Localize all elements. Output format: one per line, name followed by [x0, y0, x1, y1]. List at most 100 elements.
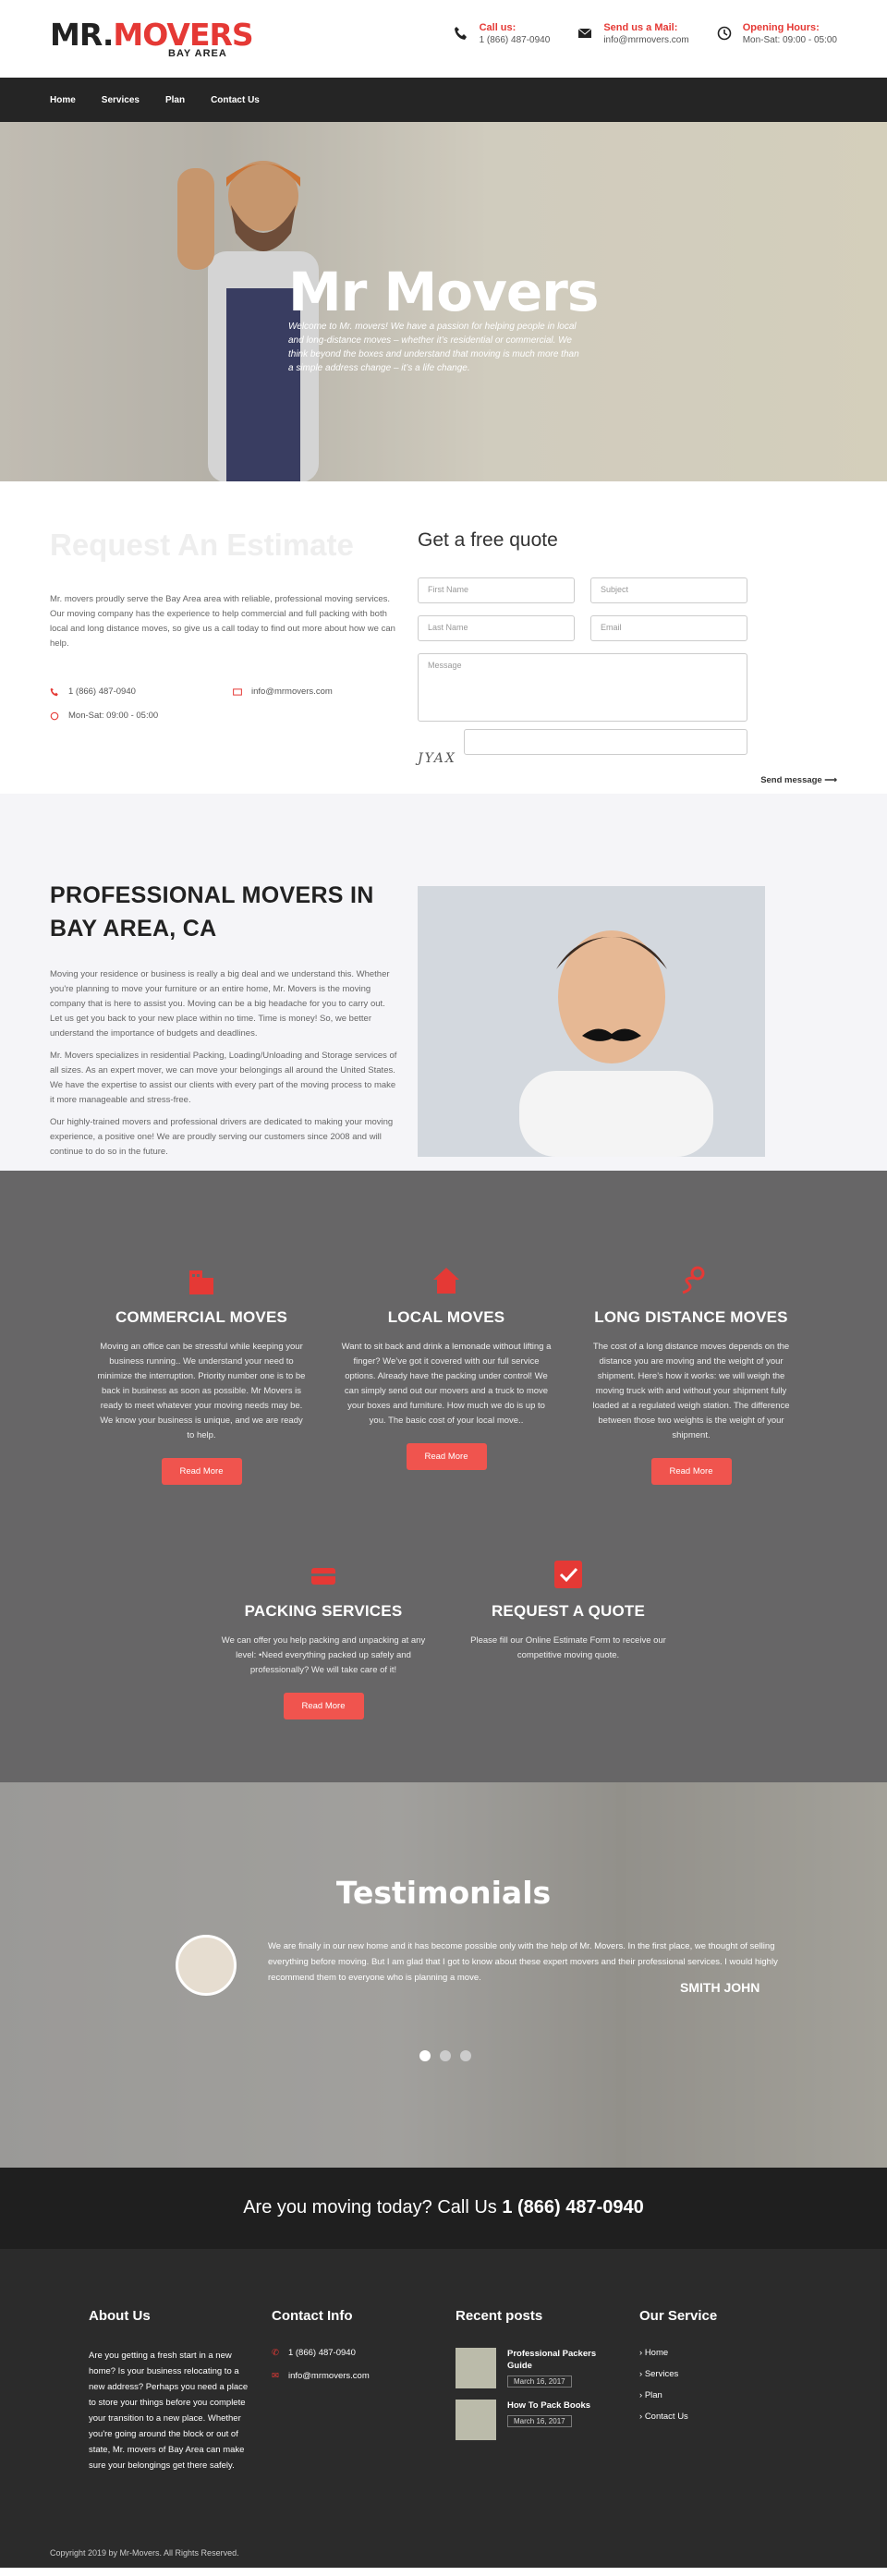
footer: About Us Are you getting a fresh start i… — [0, 2249, 887, 2568]
estimate-phone[interactable]: 1 (866) 487-0940 — [50, 687, 136, 697]
estimate-text: Mr. movers proudly serve the Bay Area ar… — [50, 594, 395, 649]
post-title: Professional Packers Guide — [507, 2349, 597, 2371]
footer-posts-title: Recent posts — [456, 2308, 543, 2324]
chevron-right-icon: › — [639, 2369, 643, 2379]
copyright: Copyright 2019 by Mr-Movers. All Rights … — [50, 2548, 239, 2558]
mail-value[interactable]: info@mrmovers.com — [603, 35, 688, 45]
footer-link-label: Home — [644, 2348, 669, 2358]
phone-icon — [50, 687, 58, 696]
service-local: LOCAL MOVES Want to sit back and drink a… — [322, 1265, 571, 1470]
estimate-section: Request An Estimate Mr. movers proudly s… — [0, 481, 887, 794]
send-label: Send message — [760, 775, 822, 785]
recent-post[interactable]: How To Pack Books March 16, 2017 — [456, 2400, 622, 2440]
testimonials-title: Testimonials — [335, 1875, 552, 1911]
message-field[interactable]: Message — [418, 653, 747, 722]
building-icon — [189, 1270, 213, 1294]
slider-dot[interactable] — [460, 2050, 471, 2061]
subject-field[interactable]: Subject — [590, 577, 747, 603]
footer-recent-posts: Recent posts Professional Packers Guide M… — [456, 2308, 622, 2451]
recent-post[interactable]: Professional Packers Guide March 16, 2017 — [456, 2348, 622, 2388]
footer-phone[interactable]: ✆ 1 (866) 487-0940 — [272, 2348, 438, 2358]
footer-link-label: Services — [644, 2369, 679, 2379]
service-text: Moving an office can be stressful while … — [97, 1342, 306, 1440]
slider-dot[interactable] — [419, 2050, 431, 2061]
clock-icon — [50, 711, 59, 720]
cta-text: Are you moving today? Call Us — [243, 2197, 503, 2218]
hero-text: Welcome to Mr. movers! We have a passion… — [288, 322, 579, 373]
testimonials-section: Testimonials We are finally in our new h… — [0, 1782, 887, 2168]
footer-link-contact[interactable]: › Contact Us — [639, 2412, 796, 2422]
nav-contact[interactable]: Contact Us — [211, 95, 260, 105]
clock-icon — [717, 26, 732, 41]
slider-dot[interactable] — [440, 2050, 451, 2061]
read-more-button[interactable]: Read More — [283, 1693, 364, 1719]
service-title: PACKING SERVICES — [244, 1602, 403, 1620]
mail-icon: ✉ — [272, 2371, 279, 2381]
service-text: The cost of a long distance moves depend… — [592, 1342, 790, 1440]
post-date: March 16, 2017 — [507, 2415, 572, 2427]
email-field[interactable]: Email — [590, 615, 747, 641]
testimonial-author: SMITH JOHN — [680, 1980, 760, 1995]
post-title: How To Pack Books — [507, 2400, 591, 2411]
services-section: COMMERCIAL MOVES Moving an office can be… — [0, 1171, 887, 1782]
mail-label: Send us a Mail: — [603, 22, 678, 33]
phone-icon: ✆ — [272, 2348, 279, 2358]
header-hours: Opening Hours: Mon-Sat: 09:00 - 05:00 — [717, 22, 837, 45]
first-name-field[interactable]: First Name — [418, 577, 575, 603]
last-name-field[interactable]: Last Name — [418, 615, 575, 641]
hours-label: Opening Hours: — [742, 22, 820, 33]
header-call: Call us: 1 (866) 487-0940 — [454, 22, 551, 45]
footer-phone-text: 1 (866) 487-0940 — [287, 2348, 356, 2358]
service-title: REQUEST A QUOTE — [491, 1602, 646, 1620]
estimate-email[interactable]: info@mrmovers.com — [233, 687, 333, 697]
footer-about-text: Are you getting a fresh start in a new h… — [89, 2351, 249, 2471]
logo[interactable]: MR.MOVERS BAY AREA — [50, 17, 254, 63]
footer-about-title: About Us — [89, 2308, 151, 2324]
estimate-phone-text: 1 (866) 487-0940 — [68, 687, 136, 697]
nav-plan[interactable]: Plan — [165, 95, 185, 105]
chevron-right-icon: › — [639, 2390, 643, 2400]
post-date: March 16, 2017 — [507, 2376, 572, 2388]
call-label: Call us: — [479, 22, 516, 33]
captcha-input[interactable] — [464, 729, 747, 755]
estimate-hours: Mon-Sat: 09:00 - 05:00 — [50, 711, 158, 721]
cta-phone[interactable]: 1 (866) 487-0940 — [502, 2197, 643, 2218]
estimate-title: Request An Estimate — [50, 528, 354, 562]
send-message-button[interactable]: Send message ⟶ — [760, 775, 837, 785]
footer-contact-title: Contact Info — [272, 2308, 353, 2324]
service-text: Want to sit back and drink a lemonade wi… — [341, 1342, 552, 1426]
footer-link-label: Contact Us — [644, 2412, 688, 2422]
footer-contact: Contact Info ✆ 1 (866) 487-0940 ✉ info@mrm… — [272, 2308, 438, 2394]
footer-service-title: Our Service — [639, 2308, 718, 2324]
nav-services[interactable]: Services — [102, 95, 140, 105]
slider-dots — [419, 2050, 471, 2061]
call-value[interactable]: 1 (866) 487-0940 — [480, 35, 551, 45]
footer-link-services[interactable]: › Services — [639, 2369, 796, 2379]
footer-link-plan[interactable]: › Plan — [639, 2390, 796, 2400]
logo-sub: BAY AREA — [168, 48, 227, 59]
call-to-action: Are you moving today? Call Us 1 (866) 48… — [0, 2168, 887, 2249]
hero-title: Mr Movers — [288, 261, 599, 323]
service-title: COMMERCIAL MOVES — [115, 1308, 288, 1326]
read-more-button[interactable]: Read More — [406, 1443, 487, 1470]
post-thumbnail — [456, 2348, 496, 2388]
footer-email-text: info@mrmovers.com — [287, 2371, 370, 2381]
footer-link-home[interactable]: › Home — [639, 2348, 796, 2358]
estimate-hours-text: Mon-Sat: 09:00 - 05:00 — [68, 711, 159, 721]
box-icon — [311, 1568, 335, 1585]
avatar — [176, 1935, 237, 1996]
service-packing: PACKING SERVICES We can offer you help p… — [199, 1559, 448, 1719]
main-nav: Home Services Plan Contact Us — [0, 78, 887, 122]
nav-home[interactable]: Home — [50, 95, 76, 105]
arrow-right-icon: ⟶ — [824, 775, 837, 785]
professional-movers-section: PROFESSIONAL MOVERS IN BAY AREA, CA Movi… — [0, 794, 887, 1171]
post-thumbnail — [456, 2400, 496, 2440]
read-more-button[interactable]: Read More — [161, 1458, 242, 1485]
quote-form-title: Get a free quote — [418, 529, 558, 551]
service-title: LOCAL MOVES — [387, 1308, 505, 1326]
service-text: Please fill our Online Estimate Form to … — [470, 1635, 666, 1660]
service-request-quote: REQUEST A QUOTE Please fill our Online E… — [444, 1559, 693, 1663]
man-mustache-photo — [418, 886, 765, 1157]
footer-email[interactable]: ✉ info@mrmovers.com — [272, 2371, 438, 2381]
read-more-button[interactable]: Read More — [650, 1458, 732, 1485]
